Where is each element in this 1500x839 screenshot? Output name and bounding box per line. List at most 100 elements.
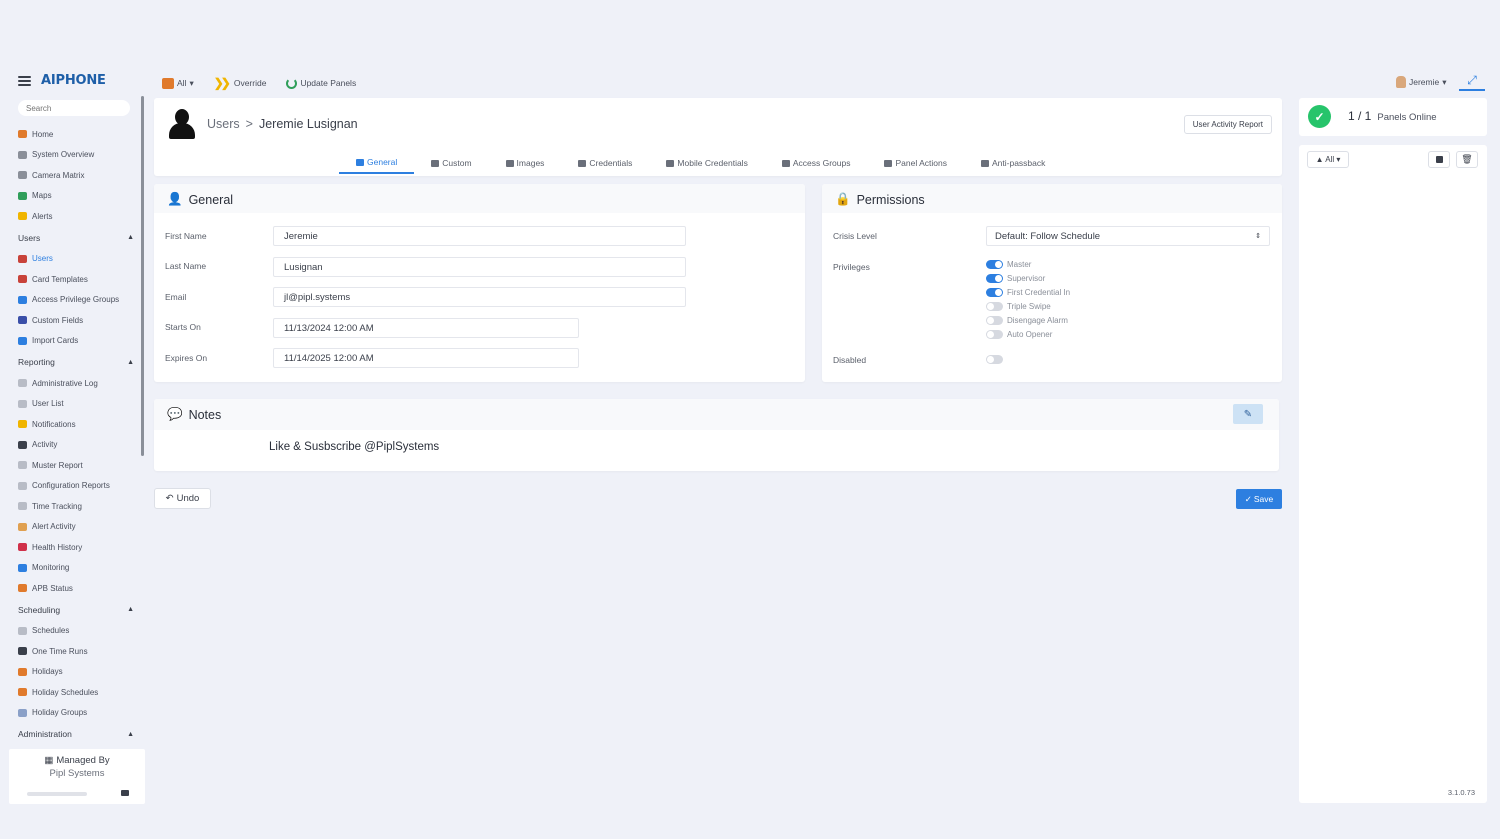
caret-down-icon: ▾ bbox=[1442, 76, 1447, 87]
user-avatar[interactable] bbox=[167, 109, 197, 141]
sidebar-item-label: System Overview bbox=[32, 150, 95, 160]
menu-icon[interactable] bbox=[18, 75, 31, 86]
sidebar-item-user-list[interactable]: User List bbox=[18, 394, 134, 415]
stop-button[interactable] bbox=[1428, 151, 1450, 168]
update-panels-button[interactable]: Update Panels bbox=[286, 77, 356, 89]
caret-down-icon: ▾ bbox=[189, 77, 194, 88]
notes-title: 💬 Notes bbox=[167, 407, 221, 422]
tab-access-groups[interactable]: Access Groups bbox=[765, 152, 868, 174]
sidebar-item-access-privilege-groups[interactable]: Access Privilege Groups bbox=[18, 290, 134, 311]
triple-swipe-toggle[interactable] bbox=[986, 301, 1003, 311]
user-activity-report-button[interactable]: User Activity Report bbox=[1183, 115, 1272, 134]
sidebar-item-label: Muster Report bbox=[32, 460, 83, 470]
sidebar-item-holiday-schedules[interactable]: Holiday Schedules bbox=[18, 682, 134, 703]
sidebar-item-apb-status[interactable]: APB Status bbox=[18, 578, 134, 599]
user-icon bbox=[356, 158, 364, 166]
supervisor-toggle[interactable] bbox=[986, 273, 1003, 283]
undo-button[interactable]: ↶ Undo bbox=[154, 488, 211, 509]
first-name-field[interactable]: Jeremie bbox=[273, 226, 686, 246]
tab-anti-passback[interactable]: Anti-passback bbox=[964, 152, 1062, 174]
sidebar-item-notifications[interactable]: Notifications bbox=[18, 414, 134, 435]
sidebar-item-label: User List bbox=[32, 399, 64, 409]
sidebar-item-administrative-log[interactable]: Administrative Log bbox=[18, 373, 134, 394]
user-menu[interactable]: Jeremie ▾ bbox=[1396, 76, 1447, 88]
privilege-label: Disengage Alarm bbox=[1007, 315, 1068, 325]
sidebar-section-reporting[interactable]: Reporting ▲ bbox=[18, 351, 134, 373]
starts-on-field[interactable]: 11/13/2024 12:00 AM bbox=[273, 318, 579, 338]
expand-icon[interactable]: ⤢ bbox=[1459, 73, 1485, 91]
last-name-field[interactable]: Lusignan bbox=[273, 257, 686, 277]
sidebar-item-health-history[interactable]: Health History bbox=[18, 537, 134, 558]
delete-button[interactable]: 🗑 bbox=[1456, 151, 1478, 168]
one-time-icon bbox=[18, 647, 27, 656]
sidebar-item-one-time-runs[interactable]: One Time Runs bbox=[18, 641, 134, 662]
sidebar-item-label: Schedules bbox=[32, 626, 70, 636]
tab-label: Images bbox=[516, 158, 545, 168]
privileges-list: Master Supervisor First Credential In Tr… bbox=[986, 257, 1070, 341]
tab-panel-actions[interactable]: Panel Actions bbox=[867, 152, 964, 174]
system-overview-icon bbox=[18, 150, 27, 159]
sidebar-section-users[interactable]: Users ▲ bbox=[18, 227, 134, 249]
sidebar-item-custom-fields[interactable]: Custom Fields bbox=[18, 310, 134, 331]
tab-label: Mobile Credentials bbox=[677, 158, 748, 168]
override-button[interactable]: ❯❯ Override bbox=[214, 76, 267, 90]
panels-online-card: ✓ 1 / 1 Panels Online bbox=[1299, 98, 1487, 136]
master-toggle[interactable] bbox=[986, 259, 1003, 269]
sidebar-item-muster-report[interactable]: Muster Report bbox=[18, 455, 134, 476]
sidebar-item-home[interactable]: Home bbox=[18, 124, 134, 145]
sidebar-item-monitoring[interactable]: Monitoring bbox=[18, 558, 134, 579]
tab-credentials[interactable]: Credentials bbox=[561, 152, 649, 174]
sidebar-item-import-cards[interactable]: Import Cards bbox=[18, 331, 134, 352]
disabled-toggle[interactable] bbox=[986, 355, 1003, 364]
sidebar-item-system-overview[interactable]: System Overview bbox=[18, 145, 134, 166]
sidebar-section-administration[interactable]: Administration ▲ bbox=[18, 723, 134, 745]
sidebar-item-label: Administrative Log bbox=[32, 378, 98, 388]
sidebar-item-holidays[interactable]: Holidays bbox=[18, 662, 134, 683]
sidebar-item-maps[interactable]: Maps bbox=[18, 186, 134, 207]
sidebar-scrollbar[interactable] bbox=[141, 96, 144, 456]
email-field[interactable]: jl@pipl.systems bbox=[273, 287, 686, 307]
activity-icon bbox=[18, 440, 27, 449]
user-header-card: Users > Jeremie Lusignan User Activity R… bbox=[154, 98, 1282, 176]
panels-online-status: 1 / 1 Panels Online bbox=[1348, 109, 1437, 123]
sidebar-item-configuration-reports[interactable]: Configuration Reports bbox=[18, 476, 134, 497]
save-button[interactable]: ✓ Save bbox=[1236, 489, 1282, 509]
sidebar-item-activity[interactable]: Activity bbox=[18, 435, 134, 456]
sidebar-item-label: Import Cards bbox=[32, 336, 79, 346]
pin-icon bbox=[884, 159, 893, 167]
mail-icon[interactable] bbox=[121, 790, 129, 796]
last-name-value: Lusignan bbox=[284, 261, 323, 273]
tab-label: Panel Actions bbox=[895, 158, 947, 168]
tab-images[interactable]: Images bbox=[489, 152, 562, 174]
edit-notes-button[interactable]: ✎ bbox=[1233, 404, 1263, 424]
sidebar-item-time-tracking[interactable]: Time Tracking bbox=[18, 496, 134, 517]
sidebar-section-scheduling[interactable]: Scheduling ▲ bbox=[18, 599, 134, 621]
sidebar-item-users[interactable]: Users bbox=[18, 249, 134, 270]
crisis-level-select[interactable]: Default: Follow Schedule ⇕ bbox=[986, 226, 1270, 246]
logo[interactable]: AIPHONE bbox=[41, 73, 106, 88]
sidebar-item-alert-activity[interactable]: Alert Activity bbox=[18, 517, 134, 538]
panels-filter-dropdown[interactable]: ▲ All ▾ bbox=[1307, 151, 1349, 168]
home-icon bbox=[18, 130, 27, 139]
disengage-alarm-toggle[interactable] bbox=[986, 315, 1003, 325]
sidebar-item-camera-matrix[interactable]: Camera Matrix bbox=[18, 165, 134, 186]
sidebar-item-holiday-groups[interactable]: Holiday Groups bbox=[18, 703, 134, 724]
all-dropdown[interactable]: All ▾ bbox=[162, 77, 194, 89]
search-input[interactable] bbox=[18, 100, 130, 116]
sidebar-item-alerts[interactable]: Alerts bbox=[18, 206, 134, 227]
mobile-icon bbox=[666, 159, 675, 167]
sidebar-item-schedules[interactable]: Schedules bbox=[18, 621, 134, 642]
tab-mobile-credentials[interactable]: Mobile Credentials bbox=[649, 152, 764, 174]
top-toolbar: All ▾ ❯❯ Override Update Panels bbox=[162, 76, 356, 90]
undo-icon: ↶ bbox=[165, 493, 174, 504]
sidebar-item-card-templates[interactable]: Card Templates bbox=[18, 269, 134, 290]
tab-custom[interactable]: Custom bbox=[414, 152, 488, 174]
undo-label: Undo bbox=[176, 493, 200, 504]
tab-general[interactable]: General bbox=[339, 152, 415, 174]
privileges-label: Privileges bbox=[833, 262, 870, 272]
tab-label: Custom bbox=[442, 158, 472, 168]
auto-opener-toggle[interactable] bbox=[986, 329, 1003, 339]
breadcrumb-users-link[interactable]: Users bbox=[207, 117, 240, 131]
expires-on-field[interactable]: 11/14/2025 12:00 AM bbox=[273, 348, 579, 368]
first-credential-in-toggle[interactable] bbox=[986, 287, 1003, 297]
